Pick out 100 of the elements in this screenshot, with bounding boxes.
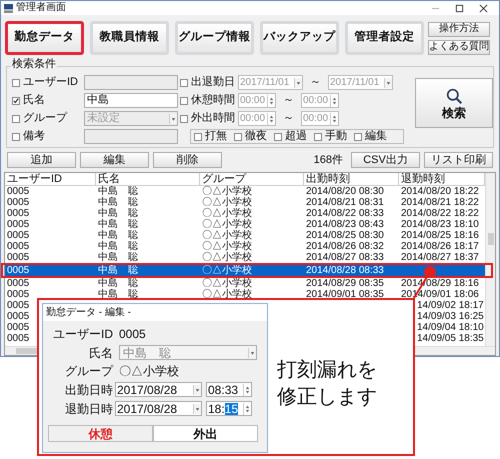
selected-row[interactable]: 0005 中島 聡 〇△小学校 2014/08/28 08:33 (5, 265, 485, 276)
field-label: ユーザーID (52, 328, 113, 340)
time-spinner[interactable]: 08:33 (206, 382, 252, 397)
time-spinner[interactable]: 18:15 (206, 401, 252, 416)
table-cell: 2014/08/25 18:16 (401, 230, 479, 241)
flag-label: 徹夜 (245, 131, 267, 142)
table-cell: 〇△小学校 (202, 252, 252, 263)
dialog-tab[interactable]: 外出 (153, 425, 258, 442)
action-button[interactable]: 削除 (153, 152, 222, 168)
field-label: ユーザーID (23, 77, 79, 88)
table-cell: 〇△小学校 (202, 289, 252, 300)
date-picker[interactable]: 2017/08/28 (115, 401, 202, 416)
table-cell: 中島 聡 (98, 278, 138, 289)
spin-arrows-icon[interactable] (243, 384, 251, 396)
table-cell: 2014/08/20 08:30 (306, 186, 384, 197)
action-button[interactable]: 編集 (80, 152, 149, 168)
user-id-value: 0005 (119, 328, 146, 340)
checkbox[interactable] (314, 132, 322, 140)
table-cell: 0005 (7, 311, 30, 322)
export-button[interactable]: CSV出力 (351, 152, 420, 168)
window-title: 管理者画面 (16, 3, 66, 13)
checkbox[interactable] (12, 114, 20, 122)
table-cell: 〇△小学校 (202, 265, 252, 276)
flag-label: 打無 (205, 131, 227, 142)
table-cell: 2014/08/28 08:33 (306, 265, 384, 276)
table-cell: 2014/08/21 08:31 (306, 197, 384, 208)
table-cell: 14/09/02 18:17 (417, 300, 484, 311)
table-cell: 2014/08/22 08:33 (306, 208, 384, 219)
table-cell: 0005 (7, 300, 30, 311)
checkbox[interactable] (180, 114, 188, 122)
field-label: グループ (64, 365, 113, 377)
help-button[interactable]: 操作方法 (428, 22, 490, 36)
table-cell: 2014/08/25 08:30 (306, 230, 384, 241)
table-cell: 中島 聡 (98, 230, 138, 241)
table-cell: 0005 (7, 208, 30, 219)
range-separator: ～ (309, 77, 322, 88)
column-header[interactable]: 出勤時刻 (304, 173, 399, 185)
table-cell: 14/09/04 18:10 (417, 322, 484, 333)
table-cell: 0005 (7, 241, 30, 252)
checkbox[interactable] (180, 78, 188, 86)
maximize-icon[interactable] (455, 4, 464, 12)
table-cell: 2014/08/20 18:22 (401, 186, 479, 197)
checkbox[interactable] (354, 132, 362, 140)
checkbox[interactable] (12, 78, 20, 86)
table-cell: 0005 (7, 219, 30, 230)
record-count: 168件 (314, 154, 343, 166)
table-cell: 中島 聡 (98, 208, 138, 219)
table-cell: 0005 (7, 278, 30, 289)
table-cell: 2014/08/23 08:43 (306, 219, 384, 230)
table-cell: 2014/08/26 18:17 (401, 241, 479, 252)
table-cell: 14/09/03 16:25 (417, 311, 484, 322)
nav-tab[interactable]: 教職員情報 (90, 21, 169, 55)
table-cell: 中島 聡 (98, 219, 138, 230)
column-header[interactable]: グループ (200, 173, 304, 185)
checkbox[interactable] (194, 132, 202, 140)
spin-arrows-icon[interactable] (330, 94, 338, 106)
dialog-tab[interactable]: 休憩 (48, 425, 153, 442)
spin-arrows-icon[interactable] (330, 112, 338, 124)
field-label: 氏名 (88, 346, 113, 358)
nav-tab[interactable]: 管理者設定 (345, 21, 424, 55)
spin-arrows-icon[interactable] (243, 402, 251, 414)
table-cell: 〇△小学校 (202, 208, 252, 219)
checkbox[interactable] (274, 132, 282, 140)
spin-arrows-icon[interactable] (267, 112, 275, 124)
nav-tab[interactable]: バックアップ (260, 21, 339, 55)
flag-label: 超過 (285, 131, 307, 142)
table-cell: 2014/08/29 08:35 (306, 278, 384, 289)
table-cell: 2014/08/27 08:33 (306, 252, 384, 263)
table-cell: 中島 聡 (98, 289, 138, 300)
nav-tab[interactable]: 勤怠データ (5, 21, 84, 55)
export-button[interactable]: リスト印刷 (424, 152, 493, 168)
app-icon (4, 4, 13, 12)
checkbox[interactable] (234, 132, 242, 140)
input-field[interactable]: 中島 (84, 93, 178, 108)
table-cell: 0005 (7, 230, 30, 241)
range-separator: ～ (282, 113, 295, 124)
checkbox[interactable] (12, 96, 20, 104)
column-header[interactable]: ユーザーID (5, 173, 96, 185)
column-header[interactable]: 氏名 (96, 173, 200, 185)
input-field[interactable] (84, 75, 178, 90)
field-label: 出退勤日 (191, 77, 235, 88)
close-icon[interactable] (479, 4, 488, 12)
table-cell: 〇△小学校 (202, 241, 252, 252)
table-cell: 2014/08/22 18:22 (401, 208, 479, 219)
action-button[interactable]: 追加 (7, 152, 76, 168)
checkbox[interactable] (12, 132, 20, 140)
nav-tab[interactable]: グループ情報 (175, 21, 254, 55)
date-picker[interactable]: 2017/08/28 (115, 382, 202, 397)
spin-arrows-icon[interactable] (267, 94, 275, 106)
vertical-scrollbar[interactable] (485, 173, 495, 346)
search-button[interactable]: 検索 (415, 78, 493, 128)
table-cell: 2014/08/21 18:22 (401, 197, 479, 208)
help-button[interactable]: よくある質問 (428, 40, 490, 54)
table-cell: 0005 (7, 197, 30, 208)
checkbox[interactable] (180, 96, 188, 104)
field-label: 休憩時間 (191, 95, 235, 106)
table-cell: 中島 聡 (98, 241, 138, 252)
input-field[interactable] (84, 129, 178, 144)
group-legend: 検索条件 (11, 59, 57, 70)
table-cell: 0005 (7, 186, 30, 197)
